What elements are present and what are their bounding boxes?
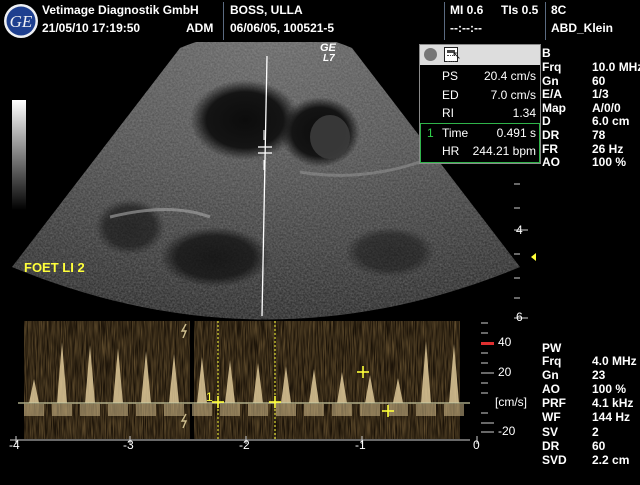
date-time: 21/05/10 17:19:50 (42, 21, 141, 35)
ge-logo: GE (3, 3, 39, 39)
mechanical-index: MI 0.6 (450, 3, 484, 17)
ri-label: RI (442, 106, 454, 120)
pw-params-label: Frq (542, 354, 562, 368)
ge-logo-text: GE (10, 12, 33, 31)
header-divider (545, 2, 546, 40)
time-tick-0: 0 (473, 438, 480, 452)
ps-label: PS (442, 69, 459, 83)
waveform-band (444, 404, 464, 416)
grayscale-bar (12, 100, 26, 210)
time-tick-neg4: -4 (9, 438, 20, 452)
patient-name: BOSS, ULLA (230, 3, 303, 17)
doppler-spectrum (0, 318, 540, 480)
waveform-band (192, 404, 212, 416)
time-tick-neg2: -2 (239, 438, 250, 452)
bmode-params-label: Gn (542, 73, 559, 88)
pw-params-label: SV (542, 424, 559, 439)
header-divider (223, 2, 224, 40)
waveform-band (416, 404, 436, 416)
pw-params-value: 100 % (592, 382, 627, 397)
ri-value: 1.34 (512, 106, 536, 120)
depth-label-4: 4 (516, 223, 523, 237)
waveform-band (220, 404, 240, 416)
pw-params-value: 4.1 kHz (592, 396, 634, 411)
waveform-band (164, 404, 184, 416)
waveform-band (360, 404, 380, 416)
caliper-index-label: 1 (206, 390, 213, 404)
preset-name: ABD_Klein (551, 21, 614, 35)
ed-label: ED (442, 88, 459, 102)
measurement-panel: ↖ PS 20.4 cm/s ED 7.0 cm/s RI 1.34 1 Tim… (419, 44, 541, 164)
pw-params-label: DR (542, 438, 560, 453)
probe-orientation-sub: L7 (323, 53, 335, 64)
waveform-band (52, 404, 72, 416)
velocity-tick-40: 40 (498, 335, 512, 349)
time-tick-neg1: -1 (355, 438, 366, 452)
hr-value: 244.21 bpm (472, 144, 536, 158)
bmode-params-value: 10.0 MHz (592, 60, 640, 74)
bmode-params-label: E/A (542, 87, 563, 102)
measurement-toolbar: ↖ (420, 45, 540, 65)
bmode-params-value: 78 (592, 128, 606, 142)
ed-value: 7.0 cm/s (490, 88, 536, 102)
ps-value: 20.4 cm/s (483, 69, 536, 83)
pw-params-value: 4.0 MHz (592, 354, 637, 368)
pw-params-value: 60 (592, 438, 606, 453)
bmode-params-label: Map (542, 100, 566, 115)
velocity-unit: [cm/s] (495, 395, 527, 409)
waveform-band (80, 404, 100, 416)
time-tick-neg3: -3 (123, 438, 134, 452)
record-icon[interactable] (424, 48, 437, 61)
bmode-params-value: 100 % (592, 155, 627, 170)
bmode-params-value: 26 Hz (592, 141, 624, 156)
bmode-params-value: 1/3 (592, 87, 609, 102)
waveform-band (136, 404, 156, 416)
image-annotation[interactable]: FOET LI 2 (24, 261, 85, 274)
velocity-scale-marker (481, 342, 494, 345)
waveform-band (276, 404, 296, 416)
waveform-band (108, 404, 128, 416)
cursor-pointer-icon: ↖ (452, 50, 462, 62)
bmode-params-label: AO (542, 155, 560, 170)
waveform-band (248, 404, 268, 416)
time-value: 0.491 s (496, 126, 536, 140)
pw-params-label: PRF (542, 396, 566, 411)
pw-params-value: 144 Hz (592, 410, 631, 425)
thermal-index: TIs 0.5 (501, 3, 539, 17)
operator: ADM (186, 21, 214, 35)
waveform-band (388, 404, 408, 416)
bmode-params-label: DR (542, 128, 560, 142)
waveform-band (332, 404, 352, 416)
pw-params-label: Gn (542, 368, 559, 383)
bmode-params-value: 6.0 cm (592, 114, 630, 129)
bmode-params-label: FR (542, 141, 558, 156)
bmode-params-value: A/0/0 (592, 100, 621, 115)
velocity-scale (481, 322, 494, 433)
header-bar: GE Vetimage Diagnostik GmbH 21/05/10 17:… (0, 0, 640, 42)
time-label: Time (442, 126, 469, 140)
hr-label: HR (442, 144, 460, 158)
bmode-params-label: D (542, 114, 551, 129)
pw-params-label: AO (542, 382, 560, 397)
pw-params-label: WF (542, 410, 561, 425)
waveform-band (304, 404, 324, 416)
velocity-tick-20: 20 (498, 365, 512, 379)
pw-params-value: 23 (592, 368, 606, 383)
measurement-index: 1 (427, 126, 434, 140)
waveform-band (24, 404, 44, 416)
bmode-params-value: 60 (592, 73, 606, 88)
bmode-params-label: Frq (542, 60, 562, 74)
clinic-name: Vetimage Diagnostik GmbH (42, 3, 199, 17)
time-placeholder: --:--:-- (450, 21, 482, 35)
heart-rate-measurement[interactable]: 1 Time 0.491 s HR 244.21 bpm (420, 123, 540, 163)
patient-id: 06/06/05, 100521-5 (230, 21, 335, 35)
pw-params-value: 2 (592, 424, 599, 439)
velocity-tick-neg20: -20 (498, 424, 516, 438)
header-divider (444, 2, 445, 40)
pw-params-label: SVD (542, 452, 567, 467)
focus-marker (531, 253, 536, 261)
pw-params-value: 2.2 cm (592, 452, 630, 467)
probe-name: 8C (551, 3, 567, 17)
bmode-params-title: B (542, 46, 551, 60)
